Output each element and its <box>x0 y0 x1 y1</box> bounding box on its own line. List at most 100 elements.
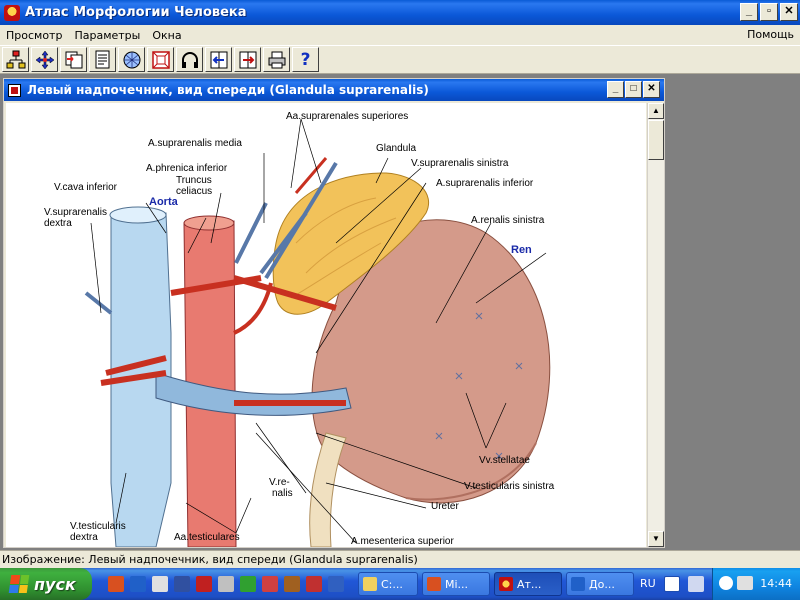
restore-button[interactable]: ▫ <box>760 3 778 21</box>
help-icon: ? <box>300 49 311 70</box>
forward-panel-button[interactable] <box>234 47 261 72</box>
file-quicklaunch-icon[interactable] <box>218 576 234 592</box>
label-a-suprarenalis-inferior: A.suprarenalis inferior <box>436 178 534 189</box>
task-word-label: До... <box>589 577 615 591</box>
tray-expand-icon[interactable] <box>719 576 733 590</box>
label-v-testicularis: V.testicularis <box>70 521 126 532</box>
task-word[interactable]: До... <box>566 572 634 596</box>
label-a-renalis-sinistra: A.renalis sinistra <box>471 215 545 226</box>
scroll-thumb[interactable] <box>648 120 664 160</box>
document-button[interactable] <box>89 47 116 72</box>
help-button[interactable]: ? <box>292 47 319 72</box>
vertical-scrollbar[interactable]: ▲ ▼ <box>647 103 664 547</box>
app-title: Атлас Морфологии Человека <box>25 5 247 20</box>
tree-button[interactable] <box>2 47 29 72</box>
copy-button[interactable] <box>60 47 87 72</box>
label-a-mesenterica-superior: A.mesenterica superior <box>351 536 454 547</box>
document-icon <box>95 50 109 68</box>
printer-tray-icon[interactable] <box>737 576 753 590</box>
label-v-suprarenalis: V.suprarenalis <box>44 207 108 218</box>
powerpoint-icon <box>427 577 441 591</box>
back-panel-icon <box>210 51 227 68</box>
label-aa-suprarenales-superiores: Aa.suprarenales superiores <box>286 111 409 122</box>
scroll-up-button[interactable]: ▲ <box>648 103 664 119</box>
print-button[interactable] <box>263 47 290 72</box>
anatomy-image[interactable]: Aa.suprarenales superiores A.suprarenali… <box>6 103 646 547</box>
task-powerpoint[interactable]: Mi... <box>422 572 490 596</box>
move-button[interactable] <box>31 47 58 72</box>
image-window-titlebar[interactable]: Левый надпочечник, вид спереди (Glandula… <box>4 79 664 101</box>
headphones-icon <box>181 51 198 68</box>
back-panel-button[interactable] <box>205 47 232 72</box>
menu-help[interactable]: Помощь <box>747 28 794 41</box>
menu-parameters[interactable]: Параметры <box>68 29 146 42</box>
label-a-phrenica-inferior: A.phrenica inferior <box>146 163 228 174</box>
task-atlas[interactable]: Ат... <box>494 572 562 596</box>
restore-tray-icon[interactable] <box>688 576 704 592</box>
tree-icon <box>6 50 25 68</box>
menu-bar: Просмотр Параметры Окна Помощь <box>0 25 800 45</box>
atlas-icon <box>499 577 513 591</box>
move-icon <box>35 50 54 69</box>
language-indicator[interactable]: RU <box>640 577 656 590</box>
start-label: пуск <box>34 574 76 594</box>
menu-windows[interactable]: Окна <box>146 29 187 42</box>
label-v-cava-inferior: V.cava inferior <box>54 182 117 193</box>
folder-icon <box>363 577 377 591</box>
task-powerpoint-label: Mi... <box>445 577 469 591</box>
label-v-testicularis-sinistra: V.testicularis sinistra <box>464 481 555 492</box>
start-button[interactable]: пуск <box>0 568 92 600</box>
word-quicklaunch-icon[interactable] <box>130 576 146 592</box>
globe-icon <box>123 51 140 68</box>
label-v-re: V.re- <box>269 477 290 488</box>
task-atlas-label: Ат... <box>517 577 542 591</box>
powerpoint-quicklaunch-icon[interactable] <box>108 576 124 592</box>
system-tray: 14:44 <box>712 568 800 600</box>
app-quicklaunch-icon[interactable] <box>328 576 344 592</box>
status-bar: Изображение: Левый надпочечник, вид спер… <box>0 550 800 568</box>
label-ren: Ren <box>511 244 532 256</box>
globe-button[interactable] <box>118 47 145 72</box>
atlas-quicklaunch-icon[interactable] <box>306 576 322 592</box>
label-dextra-2: dextra <box>70 532 98 543</box>
label-ureter: Ureter <box>431 501 459 512</box>
label-a-suprarenalis-media: A.suprarenalis media <box>148 138 242 149</box>
label-truncus: Truncus <box>176 175 212 186</box>
app-titlebar[interactable]: Атлас Морфологии Человека _ ▫ ✕ <box>0 0 800 25</box>
taskbar: пуск C:... Mi... Ат... До... RU 14:44 <box>0 568 800 600</box>
image-window-icon[interactable] <box>8 83 21 97</box>
clock[interactable]: 14:44 <box>760 577 792 590</box>
scroll-down-button[interactable]: ▼ <box>648 531 664 547</box>
kaspersky-quicklaunch-icon[interactable] <box>196 576 212 592</box>
label-nalis: nalis <box>272 488 293 499</box>
atlas-app-icon[interactable] <box>4 4 20 21</box>
media-player-quicklaunch-icon[interactable] <box>240 576 256 592</box>
image-window-maximize-button[interactable]: □ <box>625 81 642 98</box>
copy-icon <box>65 51 82 68</box>
close-button[interactable]: ✕ <box>780 3 798 21</box>
toolbar: ? <box>0 45 800 74</box>
window-controls: _ ▫ ✕ <box>740 3 798 21</box>
label-dextra: dextra <box>44 218 72 229</box>
minimize-button[interactable]: _ <box>740 3 758 21</box>
zoom-box-button[interactable] <box>147 47 174 72</box>
audio-button[interactable] <box>176 47 203 72</box>
label-vv-stellatae: Vv.stellatae <box>479 455 530 466</box>
forward-panel-icon <box>239 51 256 68</box>
image-window-title: Левый надпочечник, вид спереди (Glandula… <box>27 83 429 97</box>
image-window-minimize-button[interactable]: _ <box>607 81 624 98</box>
help-tray-icon[interactable] <box>664 576 680 592</box>
zoom-box-icon <box>151 50 170 69</box>
menu-view[interactable]: Просмотр <box>0 29 68 42</box>
save-quicklaunch-icon[interactable] <box>174 576 190 592</box>
task-folder[interactable]: C:... <box>358 572 418 596</box>
image-window-close-button[interactable]: ✕ <box>643 81 660 98</box>
network-quicklaunch-icon[interactable] <box>152 576 168 592</box>
word-icon <box>571 577 585 591</box>
windows-logo-icon <box>8 575 30 593</box>
task-folder-label: C:... <box>381 577 403 591</box>
label-glandula: Glandula <box>376 143 417 154</box>
game-quicklaunch-icon[interactable] <box>262 576 278 592</box>
label-aorta: Aorta <box>149 196 178 208</box>
shell-quicklaunch-icon[interactable] <box>284 576 300 592</box>
